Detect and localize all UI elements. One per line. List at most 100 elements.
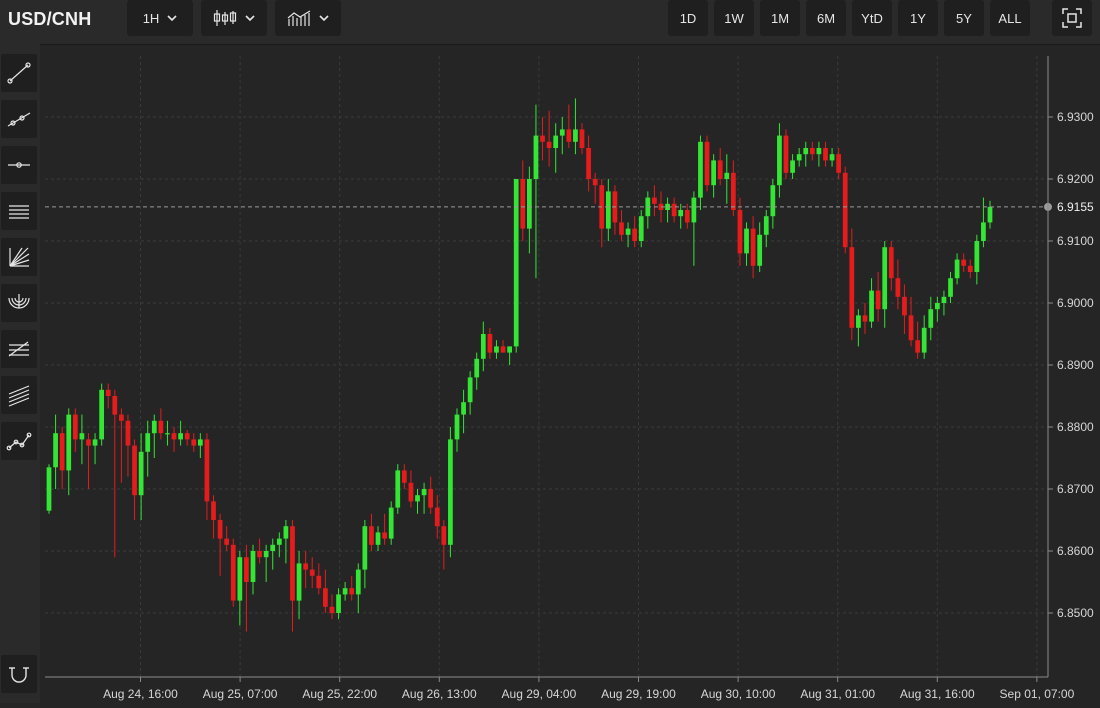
price-tick-label: 6.9200 bbox=[1057, 172, 1094, 186]
candlestick-chart[interactable]: 6.8500 6.8600 6.8700 6.8800 6.8900 6.9000 6.91… bbox=[45, 44, 1100, 703]
chart-type-dropdown[interactable] bbox=[201, 0, 267, 36]
candle-body bbox=[546, 141, 552, 148]
candle-body bbox=[138, 451, 144, 496]
candle-body bbox=[362, 526, 368, 570]
candle-body bbox=[290, 526, 295, 601]
candle-body bbox=[204, 439, 210, 502]
candle-body bbox=[737, 210, 743, 254]
candle-body bbox=[882, 247, 888, 310]
candle-body bbox=[856, 315, 861, 328]
horizontal-line-tool[interactable] bbox=[1, 146, 37, 184]
candle-body bbox=[777, 135, 782, 186]
candle-body bbox=[487, 334, 493, 353]
candle-body bbox=[270, 544, 276, 551]
candle-body bbox=[474, 358, 480, 378]
candle-body bbox=[461, 402, 466, 415]
path-tool[interactable] bbox=[1, 422, 37, 460]
candle-body bbox=[53, 433, 58, 468]
price-tick-label: 6.8800 bbox=[1057, 420, 1094, 434]
candle-body bbox=[296, 563, 302, 601]
candle-body bbox=[849, 247, 855, 328]
last-price-line bbox=[45, 202, 1052, 211]
candle-body bbox=[553, 135, 559, 148]
candle-body bbox=[724, 172, 730, 179]
ray-icon bbox=[7, 112, 31, 127]
fib-channel-tool[interactable] bbox=[1, 376, 37, 414]
candle-body bbox=[500, 346, 506, 353]
candlestick-icon bbox=[213, 10, 237, 26]
candle-body bbox=[309, 569, 315, 576]
candle-body bbox=[750, 228, 756, 266]
time-tick-label: Aug 29, 04:00 bbox=[502, 687, 577, 701]
indicators-dropdown[interactable] bbox=[275, 0, 341, 36]
candle-body bbox=[244, 557, 249, 582]
candle-body bbox=[369, 526, 374, 545]
time-axis: Aug 24, 16:00 Aug 25, 07:00 Aug 25, 22:00 A… bbox=[103, 677, 1075, 701]
ray-tool[interactable] bbox=[1, 100, 37, 138]
parallel-channel-tool[interactable] bbox=[1, 192, 37, 230]
last-price-label: 6.9155 bbox=[1057, 200, 1094, 214]
path-icon bbox=[6, 432, 32, 451]
candle-body bbox=[671, 203, 677, 217]
range-button-5y[interactable]: 5Y bbox=[944, 0, 984, 36]
candle-body bbox=[125, 420, 131, 446]
candle-body bbox=[559, 129, 565, 136]
fullscreen-icon bbox=[1062, 8, 1082, 28]
candle-body bbox=[355, 569, 361, 595]
time-tick-label: Sep 01, 07:00 bbox=[1000, 687, 1075, 701]
candle-body bbox=[119, 414, 124, 421]
candle-body bbox=[428, 489, 434, 508]
candle-body bbox=[684, 210, 690, 223]
candle-body bbox=[230, 544, 236, 601]
fan-tool[interactable] bbox=[1, 238, 37, 276]
range-button-1d[interactable]: 1D bbox=[668, 0, 708, 36]
candle-body bbox=[507, 346, 512, 353]
candle-body bbox=[783, 135, 789, 173]
price-tick-label: 6.9300 bbox=[1057, 110, 1094, 124]
candle-body bbox=[586, 148, 591, 179]
candle-body bbox=[415, 495, 420, 502]
time-tick-label: Aug 24, 16:00 bbox=[103, 687, 178, 701]
magnet-tool[interactable] bbox=[1, 655, 37, 693]
arc-icon bbox=[8, 294, 30, 309]
candle-body bbox=[638, 216, 644, 241]
time-tick-label: Aug 31, 16:00 bbox=[900, 687, 975, 701]
candle-body bbox=[895, 278, 901, 297]
candle-body bbox=[842, 172, 848, 248]
candle-body bbox=[513, 179, 519, 347]
candle-body bbox=[678, 210, 684, 217]
time-tick-label: Aug 29, 19:00 bbox=[601, 687, 676, 701]
parallel-channel-icon bbox=[9, 205, 29, 219]
range-button-1m[interactable]: 1M bbox=[760, 0, 800, 36]
fib-retracement-tool[interactable] bbox=[1, 330, 37, 368]
range-button-6m[interactable]: 6M bbox=[806, 0, 846, 36]
candle-body bbox=[388, 507, 394, 539]
chart-area[interactable]: 6.8500 6.8600 6.8700 6.8800 6.8900 6.9000 6.91… bbox=[45, 44, 1100, 703]
interval-dropdown[interactable]: 1H bbox=[127, 0, 193, 36]
arc-tool[interactable] bbox=[1, 284, 37, 322]
candle-body bbox=[250, 551, 256, 582]
candle-body bbox=[178, 433, 183, 440]
range-button-all[interactable]: ALL bbox=[990, 0, 1030, 36]
candle-body bbox=[237, 557, 243, 601]
candle-body bbox=[283, 526, 289, 539]
candle-body bbox=[928, 309, 934, 328]
trend-line-tool[interactable] bbox=[1, 54, 37, 92]
drawing-tools-sidebar bbox=[0, 44, 40, 703]
horizontal-line-icon bbox=[8, 162, 30, 168]
range-button-1y[interactable]: 1Y bbox=[898, 0, 938, 36]
candle-body bbox=[66, 414, 72, 471]
candle-body bbox=[408, 482, 414, 502]
chevron-down-icon bbox=[245, 15, 255, 22]
candle-body bbox=[211, 501, 216, 520]
candle-body bbox=[592, 179, 598, 186]
candle-body bbox=[480, 334, 486, 359]
candle-body bbox=[941, 296, 947, 303]
fullscreen-button[interactable] bbox=[1052, 0, 1092, 36]
range-button-1w[interactable]: 1W bbox=[714, 0, 754, 36]
symbol-title: USD/CNH bbox=[8, 9, 92, 29]
range-button-ytd[interactable]: YtD bbox=[852, 0, 892, 36]
toolbar: USD/CNH 1H 1D 1W 1M 6M YtD 1Y 5Y ALL bbox=[0, 0, 1100, 45]
candle-body bbox=[691, 197, 697, 223]
candle-body bbox=[717, 160, 723, 179]
